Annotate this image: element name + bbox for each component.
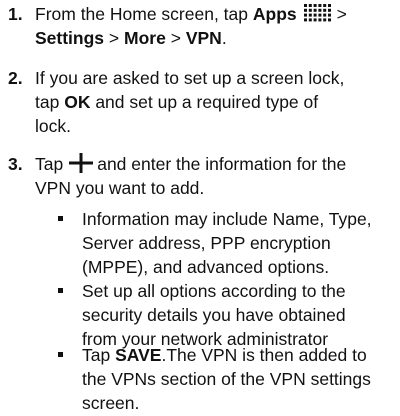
bullet-text: Information may include Name, Type, Serv…	[82, 209, 372, 277]
bullet-icon	[58, 288, 63, 293]
step-number: 2.	[8, 68, 23, 88]
path-settings: Settings	[35, 28, 105, 48]
bullet-icon	[58, 352, 63, 357]
path-end: .	[221, 28, 227, 48]
step-text: If you are asked to set up a screen lock…	[35, 66, 395, 138]
step-line: VPN you want to add.	[35, 178, 205, 198]
path-separator: >	[336, 4, 347, 24]
step-number: 3.	[8, 154, 23, 174]
apps-label: Apps	[252, 4, 297, 24]
step-line: If you are asked to set up a screen lock…	[35, 68, 345, 88]
bullet-icon	[58, 216, 63, 221]
path-more: More	[124, 28, 166, 48]
step-line: tap OK and set up a required type of	[35, 92, 319, 112]
instructions-document: 1. From the Home screen, tap Apps > Setti…	[0, 0, 400, 416]
save-label: SAVE	[115, 345, 162, 365]
step-line: lock.	[35, 116, 71, 136]
step-text-prefix: From the Home screen, tap	[35, 4, 248, 24]
path-separator: >	[108, 28, 120, 48]
bullet-text: Set up all options according to the secu…	[82, 281, 346, 349]
plus-icon	[67, 153, 95, 173]
step-line: Tap and enter the information for the	[35, 153, 347, 174]
step-text: From the Home screen, tap Apps > Settings…	[35, 2, 395, 50]
step-text: Tap and enter the information for the VPN…	[35, 152, 395, 200]
bullet-text: Tap SAVE.The VPN is then added to the VP…	[82, 345, 371, 413]
step-line: Settings > More > VPN.	[35, 26, 395, 50]
apps-grid-icon	[303, 3, 333, 23]
path-vpn: VPN	[185, 28, 222, 48]
path-separator: >	[170, 28, 181, 48]
ok-label: OK	[64, 92, 91, 112]
step-line: From the Home screen, tap Apps >	[35, 2, 395, 26]
step-number: 1.	[8, 4, 23, 24]
